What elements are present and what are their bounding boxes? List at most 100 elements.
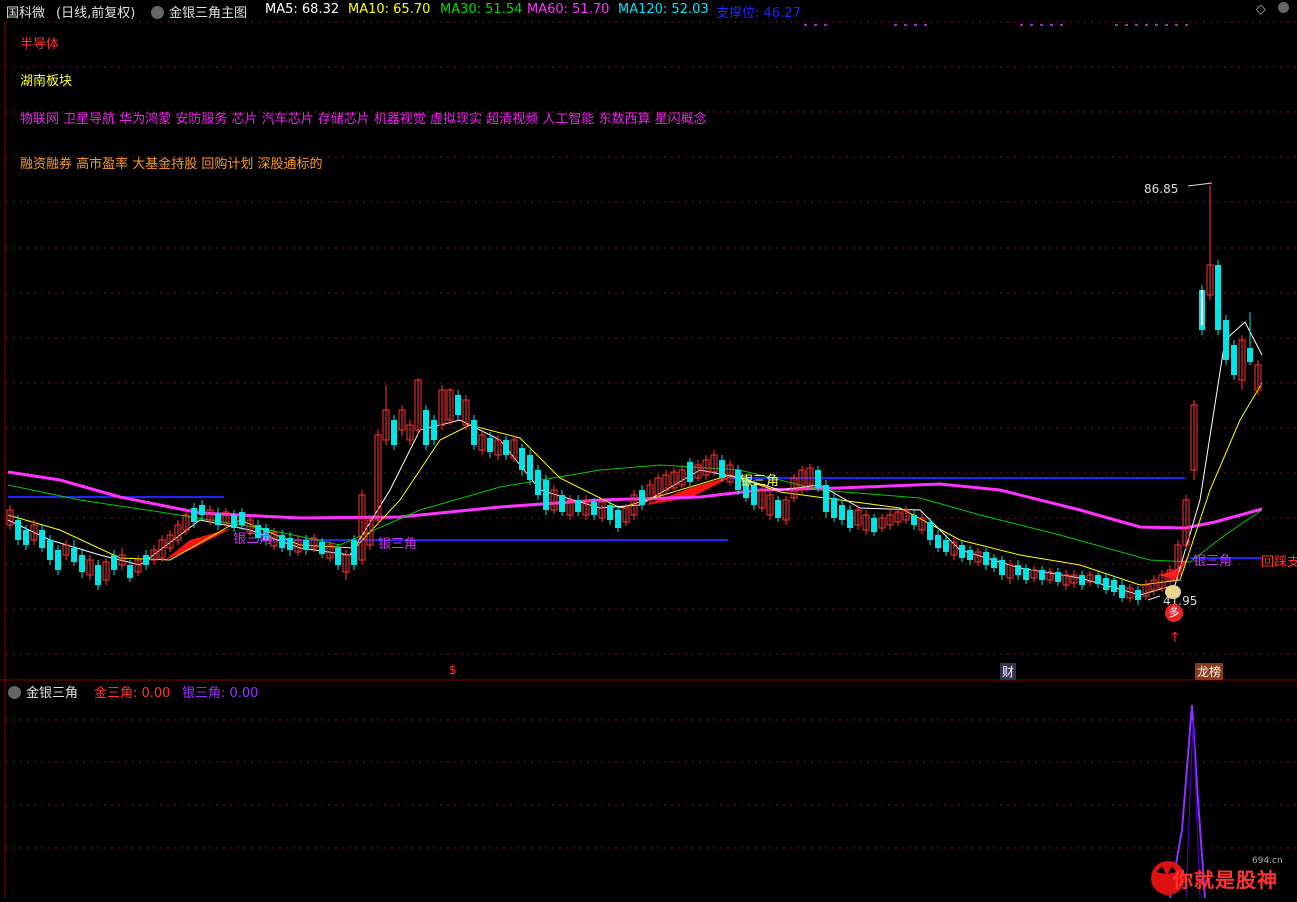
candle-down	[911, 515, 917, 525]
candle-down	[591, 502, 597, 515]
silver-triangle-value: 银三角: 0.00	[182, 686, 259, 701]
candle-down	[959, 545, 965, 558]
candle-down	[23, 530, 29, 545]
candle-down	[559, 495, 565, 512]
dotted-marker	[1165, 24, 1168, 26]
dotted-marker	[1185, 24, 1188, 26]
candle-down	[55, 550, 61, 570]
candle-down	[319, 542, 325, 554]
dotted-marker	[1175, 24, 1178, 26]
candle-down	[687, 462, 693, 482]
candle-down	[775, 500, 781, 518]
silver-triangle-label-3: 银三角	[740, 474, 780, 489]
silver-triangle-label-1: 银三角	[233, 532, 273, 547]
candle-down	[335, 548, 341, 565]
candle-down	[535, 470, 541, 495]
candle-down	[607, 505, 613, 520]
main-chart-area[interactable]	[0, 0, 1297, 898]
stock-name[interactable]: 国科微	[6, 2, 45, 21]
dotted-marker	[1020, 24, 1023, 26]
candle-down	[1247, 348, 1253, 362]
candle-down	[1079, 575, 1085, 585]
callback-support-label: 回踩支	[1261, 555, 1297, 570]
candle-down	[391, 420, 397, 445]
silver-triangle-label-4: 银三角	[1193, 554, 1233, 569]
candle-down	[1215, 265, 1221, 330]
candle-down	[431, 420, 437, 440]
dotted-marker	[1125, 24, 1128, 26]
high-pointer	[1187, 182, 1213, 187]
candle-down	[487, 438, 493, 452]
period-label[interactable]: (日线,前复权)	[56, 2, 135, 21]
support-label: 支撑位: 46.27	[716, 6, 801, 21]
candle-down	[1103, 578, 1109, 590]
candle-down	[351, 540, 357, 565]
candle-down	[527, 455, 533, 480]
candle-down	[1039, 570, 1045, 580]
candle-down	[47, 540, 53, 560]
indicator-dropdown-icon[interactable]	[151, 4, 164, 21]
feature-tags[interactable]: 融资融券 高市盈率 大基金持股 回购计划 深股通标的	[20, 153, 323, 172]
candle-down	[143, 555, 149, 565]
candle-down	[1015, 565, 1021, 575]
ma5-label: MA5: 68.32	[265, 2, 340, 17]
ma30-label: MA30: 51.54	[440, 2, 523, 17]
dotted-marker	[824, 24, 827, 26]
candle-down	[1135, 590, 1141, 600]
dotted-marker	[1135, 24, 1138, 26]
candle-down	[199, 505, 205, 515]
candle-down	[455, 395, 461, 415]
candle-down	[1055, 572, 1061, 582]
candle-down	[999, 560, 1005, 575]
candle-down	[231, 515, 237, 528]
candle-down	[1119, 585, 1125, 598]
candle-down	[95, 565, 101, 585]
candle-down	[191, 508, 197, 522]
sub-panel-title[interactable]: 金银三角	[26, 682, 78, 701]
diamond-icon[interactable]: ◇	[1256, 2, 1266, 17]
candle-down	[543, 480, 549, 510]
buy-marker-text: 多	[1168, 606, 1180, 619]
candle-down	[303, 540, 309, 550]
candle-down	[503, 440, 509, 455]
dotted-marker	[894, 24, 897, 26]
candle-down	[935, 535, 941, 548]
event-s-marker[interactable]: $	[449, 663, 457, 677]
event-dragon-marker[interactable]: 龙榜	[1195, 663, 1224, 680]
candle-down	[79, 555, 85, 572]
candle-down	[967, 550, 973, 560]
dotted-marker	[1030, 24, 1033, 26]
candle-down	[71, 548, 77, 562]
industry-tag[interactable]: 半导体	[20, 33, 59, 52]
candle-down	[471, 420, 477, 445]
event-finance-marker[interactable]: 财	[1000, 663, 1017, 680]
dotted-marker	[1145, 24, 1148, 26]
sub-panel-header: 金银三角 金三角: 0.00 银三角: 0.00	[0, 680, 1297, 702]
candle-down	[215, 514, 221, 525]
buy-marker-icon: 多	[1165, 604, 1183, 622]
ma10-line	[7, 382, 1263, 586]
candle-down	[871, 518, 877, 532]
dotted-marker	[804, 24, 807, 26]
candle-down	[1023, 568, 1029, 580]
indicator-name[interactable]: 金银三角主图	[169, 2, 247, 21]
low-pointer	[1147, 595, 1161, 601]
concept-tags[interactable]: 物联网 卫星导航 华为鸿蒙 安防服务 芯片 汽车芯片 存储芯片 机器视觉 虚拟现…	[20, 108, 707, 127]
candle-down	[423, 410, 429, 445]
dotted-marker	[924, 24, 927, 26]
candle-down	[1095, 575, 1101, 584]
candle-down	[847, 510, 853, 528]
ma120-label: MA120: 52.03	[618, 2, 709, 17]
high-price-label: 86.85	[1144, 182, 1179, 196]
s-marker-icon	[1165, 585, 1181, 599]
close-circle-icon[interactable]	[1278, 2, 1289, 17]
sub-indicator-dropdown-icon[interactable]	[8, 684, 21, 701]
candle-down	[127, 565, 133, 578]
watermark-logo: 你就是股神 694.cn	[1146, 852, 1296, 898]
window-controls: ◇	[1256, 2, 1289, 17]
dotted-marker	[1040, 24, 1043, 26]
dotted-marker	[814, 24, 817, 26]
buy-arrow-icon: ↑	[1169, 630, 1181, 646]
candle-down	[287, 538, 293, 550]
region-tag[interactable]: 湖南板块	[20, 70, 72, 89]
